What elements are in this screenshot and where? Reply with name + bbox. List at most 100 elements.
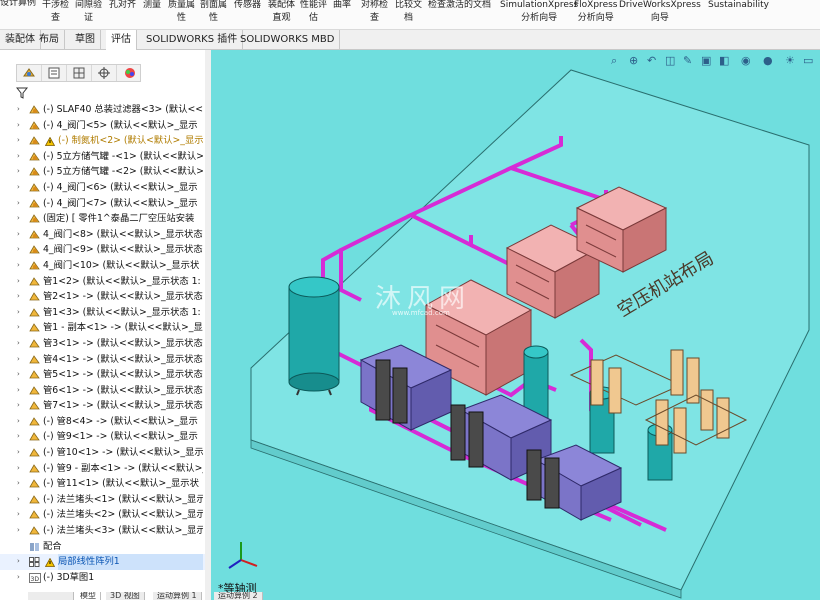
expand-arrow-icon[interactable]: ›	[17, 164, 20, 180]
tree-item[interactable]: › (-) SLAF40 总装过滤器<3> (默认<<默认	[0, 102, 209, 118]
ribbon-button-4[interactable]: 质量属性	[168, 0, 195, 25]
expand-arrow-icon[interactable]: ›	[17, 461, 20, 477]
expand-arrow-icon[interactable]: ›	[17, 258, 20, 274]
ribbon-button-14[interactable]: FloXpress 分析向导	[574, 0, 617, 25]
expand-arrow-icon[interactable]: ›	[17, 367, 20, 383]
ribbon-button-6[interactable]: 传感器	[234, 0, 261, 12]
dimxpert-tab-icon[interactable]	[92, 65, 117, 81]
tree-item-label: 4_阀门<8> (默认<<默认>_显示状态	[43, 228, 203, 240]
expand-arrow-icon[interactable]: ›	[17, 476, 20, 492]
part-icon	[29, 463, 40, 474]
graphics-viewport[interactable]: ⌕ ⊕ ↶ ◫ ✎ ▣ ◧ ◉ ● ☀ ▭ 沐风网 www.mfcad.com …	[211, 50, 820, 600]
tree-item[interactable]: › (-) 管9 - 副本<1> -> (默认<<默认>_显	[0, 461, 209, 477]
tree-item[interactable]: › (-) 管11<1> (默认<<默认>_显示状	[0, 476, 209, 492]
tree-item[interactable]: › (-) 4_阀门<5> (默认<<默认>_显示	[0, 118, 209, 134]
ribbon-button-7[interactable]: 装配体 直观	[268, 0, 295, 25]
tree-item[interactable]: › 管3<1> -> (默认<<默认>_显示状态 1	[0, 336, 209, 352]
tree-item[interactable]: › (-) 4_阀门<7> (默认<<默认>_显示	[0, 196, 209, 212]
expand-arrow-icon[interactable]: ›	[17, 383, 20, 399]
tree-item[interactable]: › (固定) [ 零件1^泰晶二厂空压站安装	[0, 211, 209, 227]
tree-item[interactable]: › 管5<1> -> (默认<<默认>_显示状态	[0, 367, 209, 383]
expand-arrow-icon[interactable]: ›	[17, 352, 20, 368]
tab-prev[interactable]	[28, 592, 74, 600]
tree-item[interactable]: › 管7<1> -> (默认<<默认>_显示状态 1	[0, 398, 209, 414]
ribbon-button-3[interactable]: 测量	[143, 0, 161, 12]
tree-item[interactable]: › (-) 制氮机<2> (默认<默认>_显示	[0, 133, 209, 149]
ribbon-button-1[interactable]: 间隙验证	[75, 0, 102, 25]
tree-item[interactable]: › 局部线性阵列1	[0, 554, 209, 570]
tab-3d-view[interactable]: 3D 视图	[106, 592, 145, 600]
tree-item[interactable]: › (-) 法兰堵头<3> (默认<<默认>_显示	[0, 523, 209, 539]
feature-tree-tab-icon[interactable]	[17, 65, 42, 81]
ribbon-button-11[interactable]: 比较文档	[395, 0, 422, 25]
expand-arrow-icon[interactable]: ›	[17, 570, 20, 586]
expand-arrow-icon[interactable]: ›	[17, 227, 20, 243]
expand-arrow-icon[interactable]: ›	[17, 320, 20, 336]
expand-arrow-icon[interactable]: ›	[17, 554, 20, 570]
expand-arrow-icon[interactable]: ›	[17, 305, 20, 321]
ribbon-button-9[interactable]: 曲率	[333, 0, 351, 12]
expand-arrow-icon[interactable]: ›	[17, 211, 20, 227]
expand-arrow-icon[interactable]: ›	[17, 398, 20, 414]
tab-solidworks-addins[interactable]: SOLIDWORKS 插件	[141, 30, 244, 50]
design-study-button[interactable]: 设计算例	[0, 0, 36, 10]
tree-item[interactable]: › 管4<1> -> (默认<<默认>_显示状态 1	[0, 352, 209, 368]
tab-motion-study-1[interactable]: 运动算例 1	[153, 592, 202, 600]
tree-item[interactable]: › 4_阀门<8> (默认<<默认>_显示状态	[0, 227, 209, 243]
tree-item[interactable]: › 3D (-) 3D草图1	[0, 570, 209, 586]
tree-item[interactable]: › 管1<3> (默认<<默认>_显示状态 1:	[0, 305, 209, 321]
tab-motion-study-2[interactable]: 运动算例 2	[214, 592, 263, 600]
tab-model[interactable]: 模型	[76, 592, 101, 600]
tree-item[interactable]: › 管1<2> (默认<<默认>_显示状态 1:	[0, 274, 209, 290]
expand-arrow-icon[interactable]: ›	[17, 149, 20, 165]
expand-arrow-icon[interactable]: ›	[17, 289, 20, 305]
tree-item[interactable]: › 4_阀门<10> (默认<<默认>_显示状	[0, 258, 209, 274]
tree-item[interactable]: › (-) 法兰堵头<2> (默认<<默认>_显示	[0, 507, 209, 523]
expand-arrow-icon[interactable]: ›	[17, 180, 20, 196]
expand-arrow-icon[interactable]: ›	[17, 429, 20, 445]
ribbon-button-5[interactable]: 剖面属性	[200, 0, 227, 25]
tab-layout[interactable]: 布局	[34, 30, 65, 50]
tree-item[interactable]: › (-) 5立方储气罐 -<1> (默认<<默认>	[0, 149, 209, 165]
property-manager-tab-icon[interactable]	[42, 65, 67, 81]
tree-item[interactable]: › (-) 4_阀门<6> (默认<<默认>_显示	[0, 180, 209, 196]
expand-arrow-icon[interactable]: ›	[17, 102, 20, 118]
expand-arrow-icon[interactable]: ›	[17, 118, 20, 134]
tree-item[interactable]: › 管6<1> -> (默认<<默认>_显示状态 1	[0, 383, 209, 399]
ribbon-button-12[interactable]: 检查激活的文档	[428, 0, 491, 12]
display-manager-tab-icon[interactable]	[117, 65, 142, 81]
tab-solidworks-mbd[interactable]: SOLIDWORKS MBD	[235, 30, 341, 50]
tree-item[interactable]: › 管2<1> -> (默认<<默认>_显示状态 1	[0, 289, 209, 305]
tree-item[interactable]: › 管1 - 副本<1> -> (默认<<默认>_显示	[0, 320, 209, 336]
expand-arrow-icon[interactable]: ›	[17, 492, 20, 508]
expand-arrow-icon[interactable]: ›	[17, 133, 20, 149]
ribbon-button-16[interactable]: Sustainability	[708, 0, 769, 12]
tree-item[interactable]: 配合	[0, 539, 209, 555]
ribbon-button-13[interactable]: SimulationXpress 分析向导	[500, 0, 578, 25]
tree-item[interactable]: › 4_阀门<9> (默认<<默认>_显示状态	[0, 242, 209, 258]
ribbon-button-8[interactable]: 性能评估	[300, 0, 327, 25]
ribbon-button-2[interactable]: 孔对齐	[109, 0, 136, 12]
tab-evaluate[interactable]: 评估	[106, 30, 137, 50]
expand-arrow-icon[interactable]: ›	[17, 196, 20, 212]
expand-arrow-icon[interactable]: ›	[17, 274, 20, 290]
tree-item[interactable]: › (-) 5立方储气罐 -<2> (默认<<默认>	[0, 164, 209, 180]
expand-arrow-icon[interactable]: ›	[17, 242, 20, 258]
tab-sketch[interactable]: 草图	[70, 30, 101, 50]
expand-arrow-icon[interactable]: ›	[17, 336, 20, 352]
tree-item[interactable]: › (-) 管10<1> -> (默认<<默认>_显示	[0, 445, 209, 461]
expand-arrow-icon[interactable]: ›	[17, 523, 20, 539]
ribbon-button-0[interactable]: 干涉检查	[42, 0, 69, 25]
expand-arrow-icon[interactable]: ›	[17, 507, 20, 523]
tree-item[interactable]: › (-) 法兰堵头<1> (默认<<默认>_显示	[0, 492, 209, 508]
tree-item[interactable]: › (-) 管8<4> -> (默认<<默认>_显示	[0, 414, 209, 430]
expand-arrow-icon[interactable]: ›	[17, 414, 20, 430]
filter-icon[interactable]	[15, 84, 34, 99]
ribbon-button-15[interactable]: DriveWorksXpress 向导	[619, 0, 701, 25]
ribbon-button-label: 剖面属	[200, 0, 228, 10]
expand-arrow-icon[interactable]: ›	[17, 445, 20, 461]
ribbon-button-10[interactable]: 对称检查	[361, 0, 388, 25]
configuration-manager-tab-icon[interactable]	[67, 65, 92, 81]
tree-item[interactable]: › (-) 管9<1> -> (默认<<默认>_显示	[0, 429, 209, 445]
tree-item-label: 管1 - 副本<1> -> (默认<<默认>_显示	[43, 322, 203, 334]
